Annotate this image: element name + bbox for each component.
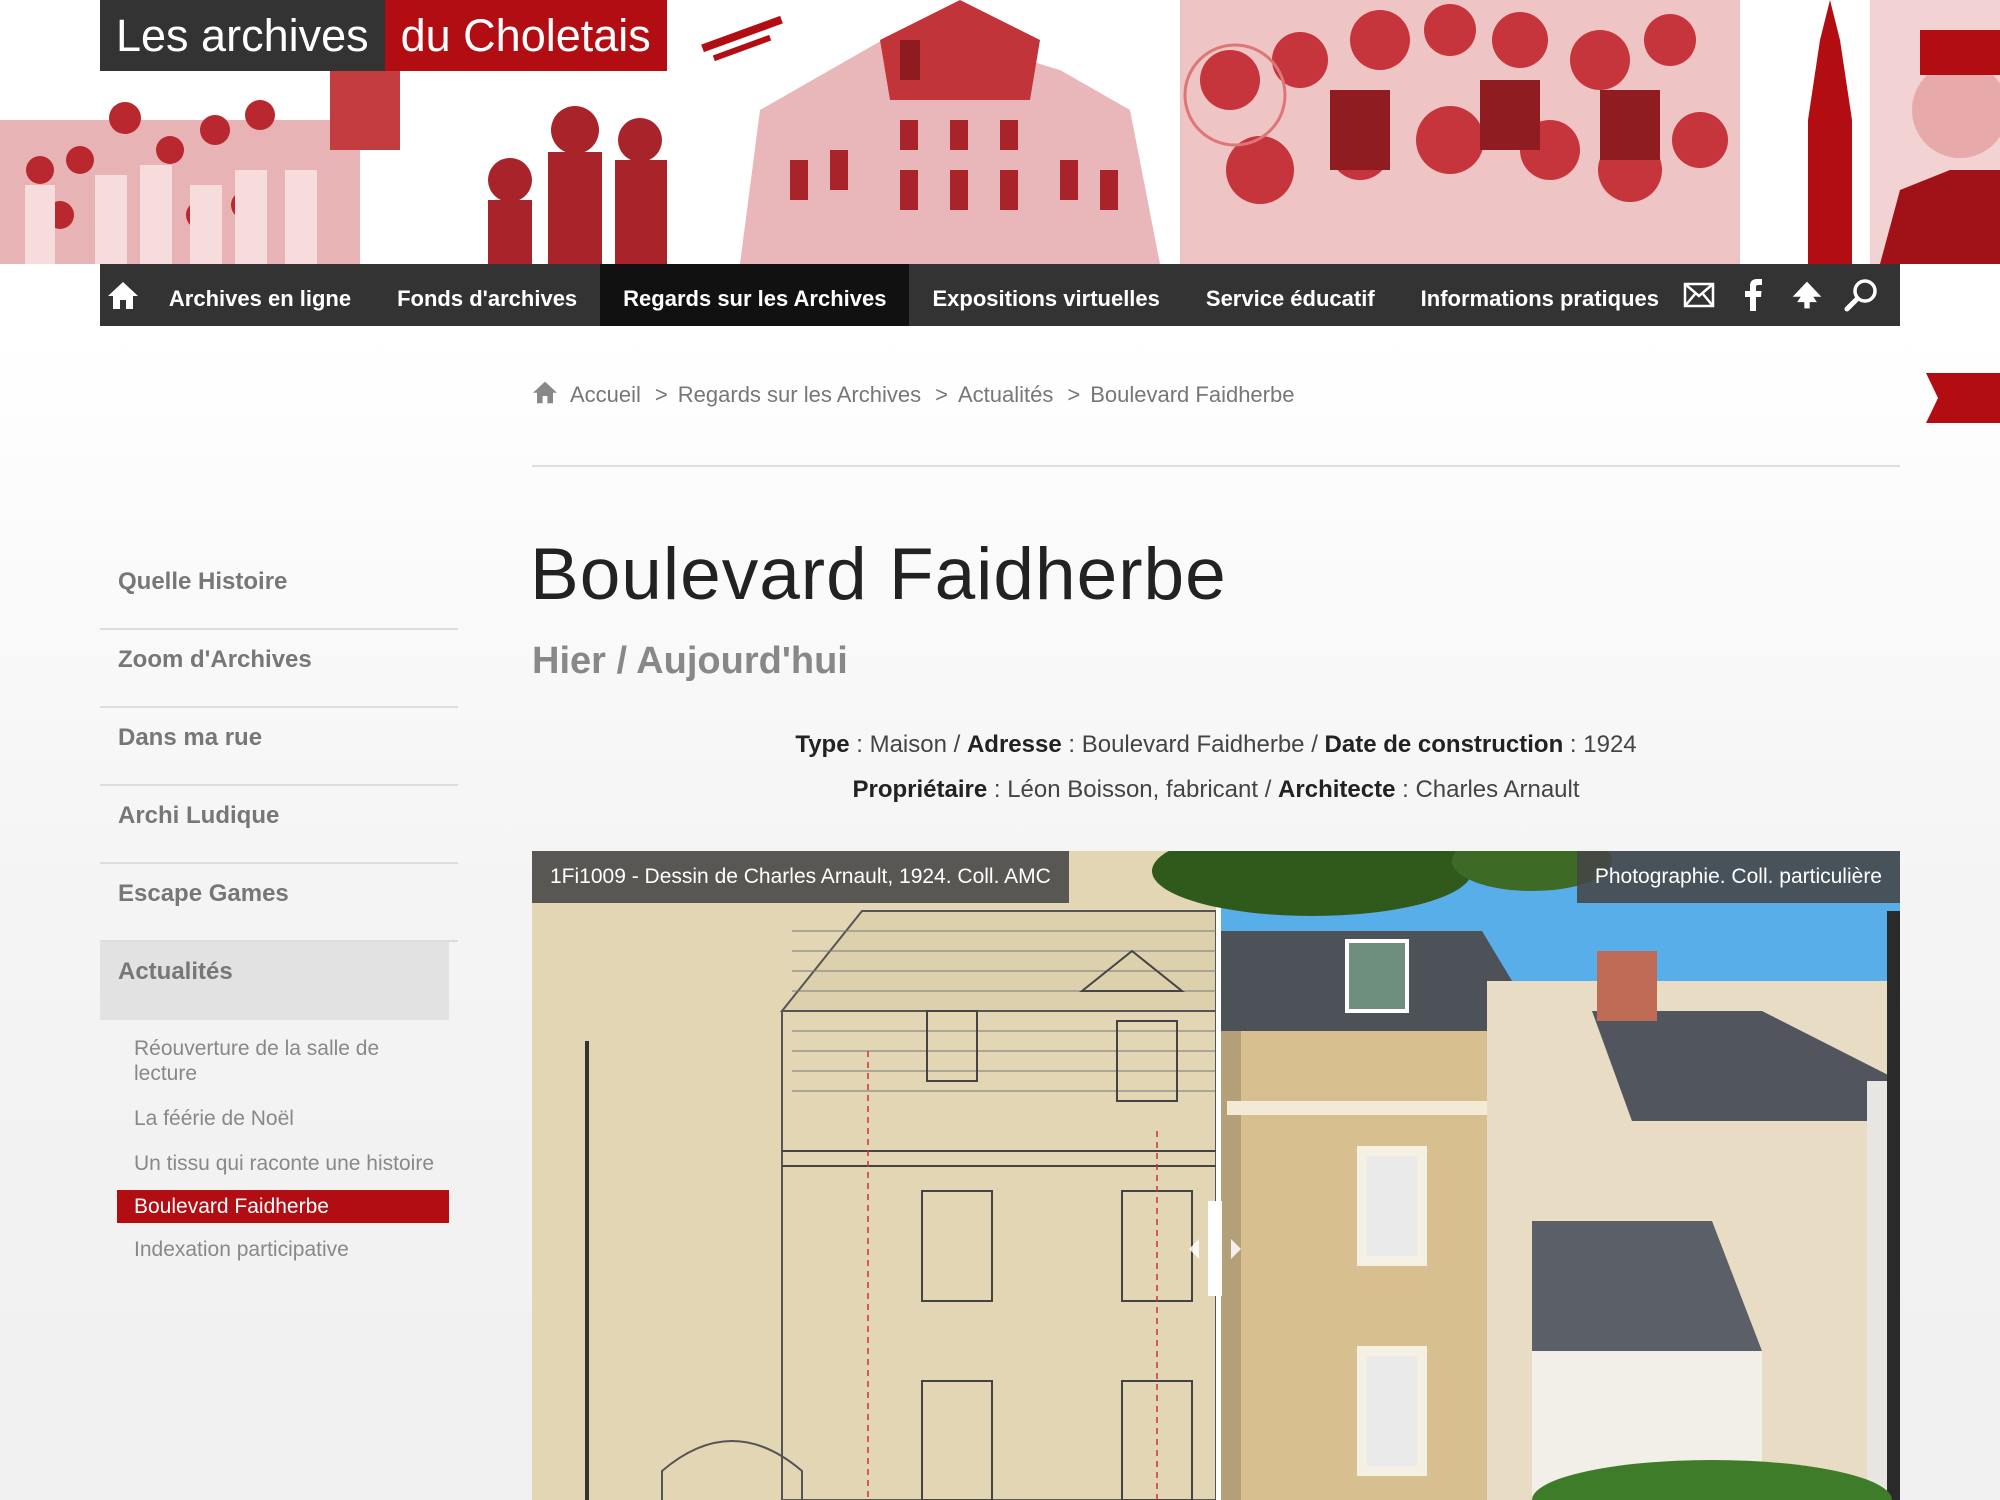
sidebar-nav: Quelle Histoire Zoom d'Archives Dans ma … xyxy=(100,552,458,1276)
type-label: Type xyxy=(795,731,850,758)
header-banner: Les archives du Choletais xyxy=(0,0,2000,264)
side-ribbon-tab[interactable] xyxy=(1926,373,2000,423)
architect-label: Architecte xyxy=(1278,776,1396,803)
search-icon[interactable] xyxy=(1844,275,1878,315)
logo-text-part1: Les archives xyxy=(100,0,385,71)
owner-label: Propriétaire xyxy=(852,776,988,803)
sidebar-item-dans-ma-rue[interactable]: Dans ma rue xyxy=(100,708,458,786)
sidebar-submenu: Réouverture de la salle de lecture La fé… xyxy=(100,1030,458,1268)
home-icon[interactable] xyxy=(100,264,146,326)
page-subtitle: Hier / Aujourd'hui xyxy=(532,640,848,682)
nav-item-expositions-virtuelles[interactable]: Expositions virtuelles xyxy=(909,264,1182,326)
date-value: 1924 xyxy=(1583,731,1637,758)
image-comparison-slider[interactable]: 1Fi1009 - Dessin de Charles Arnault, 192… xyxy=(532,851,1900,1500)
address-value: Boulevard Faidherbe xyxy=(1081,731,1305,758)
page-title: Boulevard Faidherbe xyxy=(530,534,1227,615)
submenu-item-boulevard-faidherbe[interactable]: Boulevard Faidherbe xyxy=(117,1190,449,1223)
main-navigation: Archives en ligne Fonds d'archives Regar… xyxy=(100,264,1900,326)
sidebar-item-quelle-histoire[interactable]: Quelle Histoire xyxy=(100,552,458,630)
building-info-line2: Propriétaire : Léon Boisson, fabricant /… xyxy=(852,776,1580,803)
address-label: Adresse xyxy=(966,731,1062,758)
mail-icon[interactable] xyxy=(1682,275,1716,315)
type-value: Maison xyxy=(869,731,947,758)
architect-value: Charles Arnault xyxy=(1415,776,1580,803)
nav-item-service-educatif[interactable]: Service éducatif xyxy=(1183,264,1398,326)
date-label: Date de construction xyxy=(1324,731,1564,758)
right-image-caption: Photographie. Coll. particulière xyxy=(1576,851,1900,903)
house-photograph-image xyxy=(1152,851,1900,1500)
logo-text-part2: du Choletais xyxy=(384,0,667,71)
breadcrumb-separator: > xyxy=(654,382,668,407)
breadcrumb-link-regards[interactable]: Regards sur les Archives xyxy=(678,382,921,408)
slider-arrows-icon[interactable] xyxy=(1187,1236,1243,1262)
owner-value: Léon Boisson, fabricant xyxy=(1007,776,1259,803)
building-info-line1: Type : Maison / Adresse : Boulevard Faid… xyxy=(795,731,1637,758)
submenu-item-indexation[interactable]: Indexation participative xyxy=(100,1231,434,1268)
nav-item-informations-pratiques[interactable]: Informations pratiques xyxy=(1398,264,1682,326)
breadcrumb-link-accueil[interactable]: Accueil xyxy=(570,382,641,408)
breadcrumb-link-actualites[interactable]: Actualités xyxy=(958,382,1053,408)
submenu-item-feerie-noel[interactable]: La féérie de Noël xyxy=(100,1100,434,1137)
nav-icon-group xyxy=(1682,264,1900,326)
breadcrumb-home-icon[interactable] xyxy=(532,380,558,410)
site-logo[interactable]: Les archives du Choletais xyxy=(100,0,667,71)
nav-item-archives-en-ligne[interactable]: Archives en ligne xyxy=(146,264,374,326)
breadcrumb-current: Boulevard Faidherbe xyxy=(1090,382,1295,407)
submenu-item-reouverture[interactable]: Réouverture de la salle de lecture xyxy=(100,1030,434,1092)
submenu-item-tissu[interactable]: Un tissu qui raconte une histoire xyxy=(100,1145,434,1182)
architect-drawing-image xyxy=(532,851,1217,1500)
nav-item-regards-sur-les-archives[interactable]: Regards sur les Archives xyxy=(600,264,910,326)
facebook-icon[interactable] xyxy=(1736,275,1770,315)
nav-item-fonds-archives[interactable]: Fonds d'archives xyxy=(374,264,600,326)
sidebar-item-archi-ludique[interactable]: Archi Ludique xyxy=(100,786,458,864)
tree-icon[interactable] xyxy=(1790,275,1824,315)
sidebar-item-actualites[interactable]: Actualités xyxy=(100,942,449,1020)
breadcrumb-divider xyxy=(532,465,1900,467)
breadcrumb: Accueil > Regards sur les Archives > Act… xyxy=(532,380,1294,410)
building-info: Type : Maison / Adresse : Boulevard Faid… xyxy=(532,722,1900,812)
left-image-caption: 1Fi1009 - Dessin de Charles Arnault, 192… xyxy=(532,851,1069,903)
sidebar-item-zoom-archives[interactable]: Zoom d'Archives xyxy=(100,630,458,708)
breadcrumb-separator: > xyxy=(935,382,948,407)
breadcrumb-separator: > xyxy=(1067,382,1081,407)
sidebar-item-escape-games[interactable]: Escape Games xyxy=(100,864,458,942)
